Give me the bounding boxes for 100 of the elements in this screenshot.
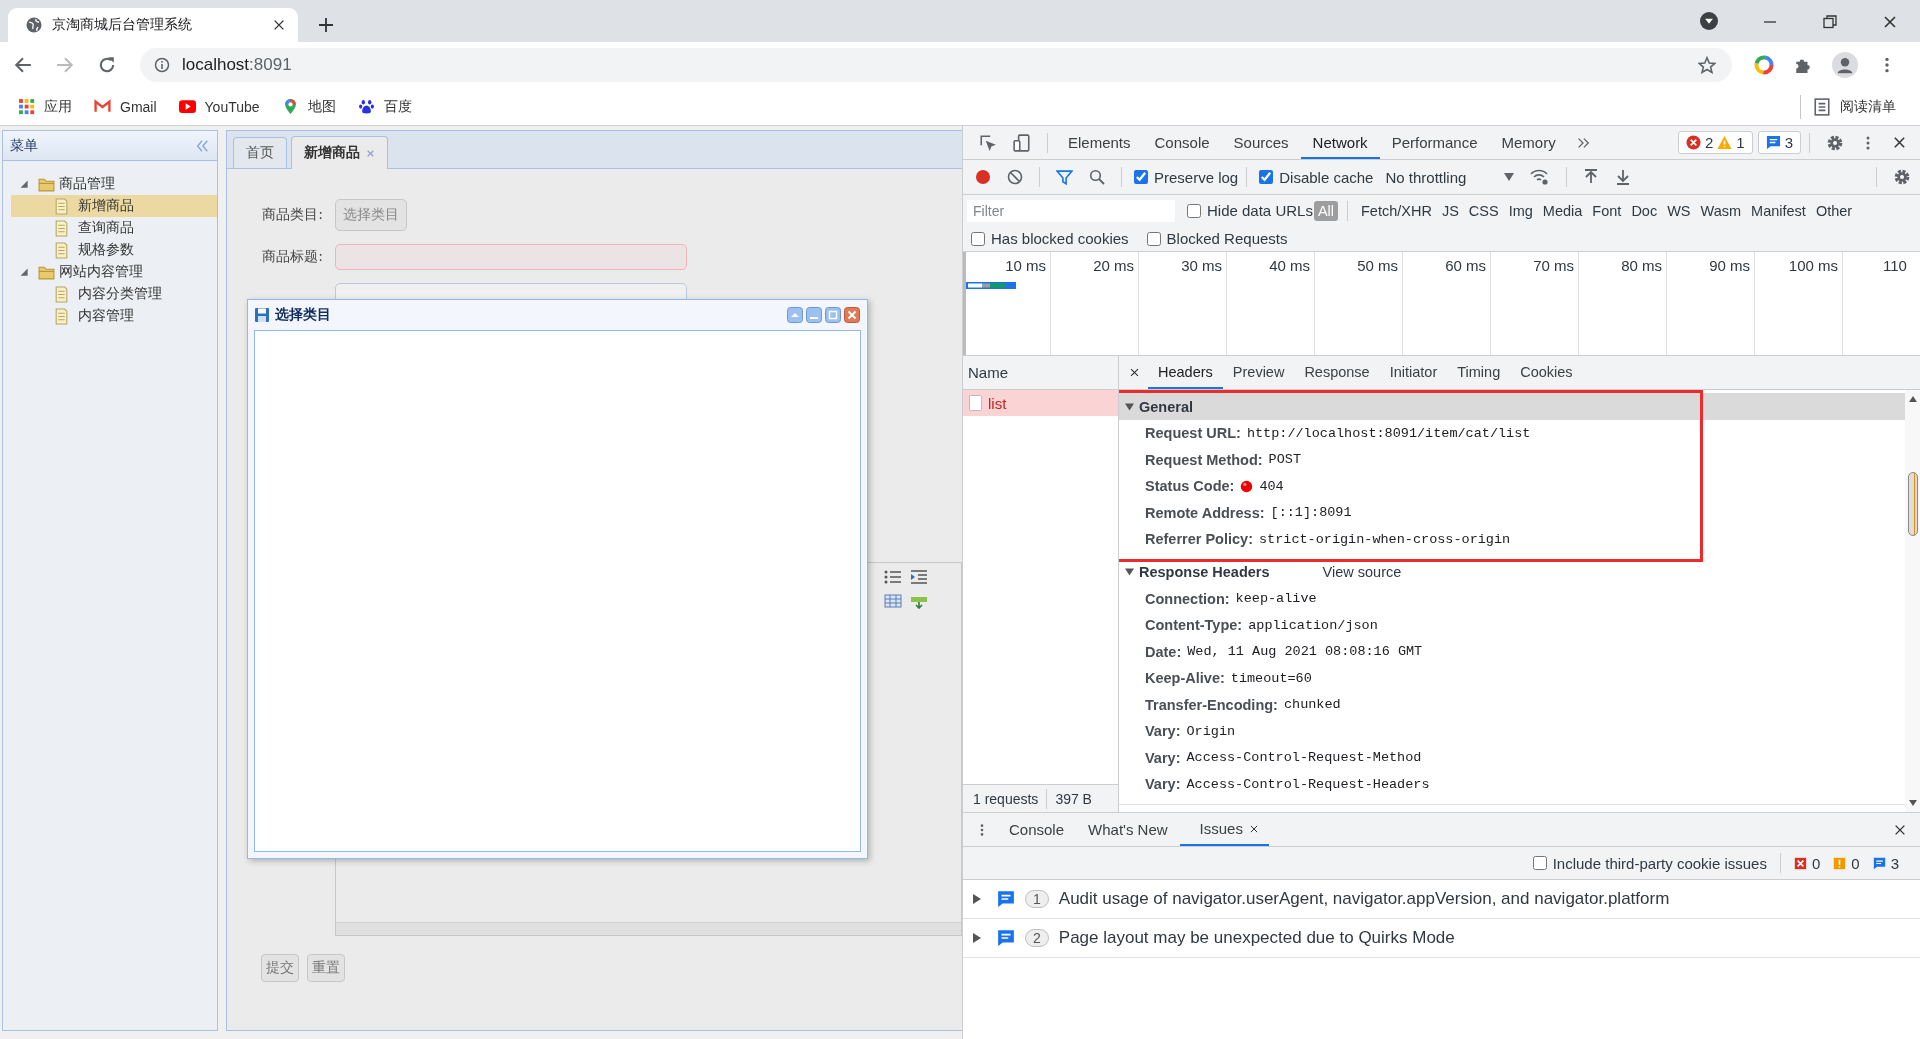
count-text: 0 xyxy=(1811,854,1821,872)
tree-item[interactable]: 内容分类管理 xyxy=(11,283,217,305)
section-header[interactable]: General xyxy=(1119,393,1905,420)
issue-count: 1 xyxy=(1025,890,1049,908)
tick-label: 90 ms xyxy=(1709,257,1750,274)
tree-item[interactable]: 查询商品 xyxy=(11,217,217,239)
header-value: Access-Control-Request-Headers xyxy=(1186,776,1430,792)
tick-label: 70 ms xyxy=(1533,257,1574,274)
tab[interactable]: Headers xyxy=(1148,356,1223,389)
tab[interactable]: Cookies xyxy=(1510,356,1583,389)
type-filter[interactable]: Other xyxy=(1811,200,1857,221)
issue-row[interactable]: 2 Page layout may be unexpected due to Quirks Mode xyxy=(963,919,1920,958)
issue-text: Page layout may be unexpected due to Quirks Mode xyxy=(1058,928,1455,948)
drawer-tab[interactable]: Console xyxy=(997,813,1077,846)
header-value: chunked xyxy=(1283,697,1341,713)
tab[interactable]: Initiator xyxy=(1379,356,1448,389)
panel-tab[interactable]: Performance xyxy=(1379,126,1490,159)
view-source-link[interactable]: View source xyxy=(1322,564,1402,580)
header-name: Referrer Policy: xyxy=(1145,531,1253,548)
header-name: Remote Address: xyxy=(1145,504,1265,521)
checkbox-label: Blocked Requests xyxy=(1166,230,1288,247)
panel-tab[interactable]: Sources xyxy=(1221,126,1301,159)
issue-count: 2 xyxy=(1025,929,1049,947)
tick-label: 10 ms xyxy=(1005,257,1046,274)
panel-tab[interactable]: Memory xyxy=(1489,126,1568,159)
address-bar[interactable]: localhost:8091 xyxy=(140,48,1732,82)
messages-counter[interactable]: 3 xyxy=(1757,131,1801,154)
tab[interactable]: Timing xyxy=(1447,356,1511,389)
section-header[interactable]: Response Headers View source xyxy=(1119,558,1905,586)
tree-item[interactable]: 规格参数 xyxy=(11,239,217,261)
header-name: Status Code: xyxy=(1145,478,1235,495)
drawer-tab[interactable]: What's New xyxy=(1076,813,1180,846)
tab[interactable]: Response xyxy=(1294,356,1380,389)
type-filter[interactable]: Img xyxy=(1504,200,1537,221)
checkbox-label: Hide data URLs xyxy=(1207,202,1313,219)
tab[interactable]: Preview xyxy=(1222,356,1295,389)
header-name: Request Method: xyxy=(1145,451,1263,468)
tab[interactable]: 新增商品 xyxy=(291,136,388,169)
header-value: [::1]:8091 xyxy=(1270,505,1352,521)
header-value: strict-origin-when-cross-origin xyxy=(1259,531,1511,547)
browser-tab[interactable]: 京淘商城后台管理系统 xyxy=(8,8,298,42)
header-value: timeout=60 xyxy=(1230,670,1312,686)
field-label: 商品标题: xyxy=(261,248,323,266)
issue-row[interactable]: 1 Audit usage of navigator.userAgent, navigator.appVersion, and navigator.platform xyxy=(963,880,1920,919)
bookmark[interactable]: Gmail xyxy=(94,98,157,115)
sidebar-title: 菜单 xyxy=(10,136,38,155)
type-filter[interactable]: Fetch/XHR xyxy=(1357,200,1436,221)
bookmark[interactable]: 百度 xyxy=(357,97,412,116)
checkbox-label: Preserve log xyxy=(1154,168,1239,186)
tree-item[interactable]: 新增商品 xyxy=(11,195,217,217)
tick-label: 30 ms xyxy=(1181,257,1222,274)
header-name: Keep-Alive: xyxy=(1145,670,1225,687)
dialog-title: 选择类目 xyxy=(275,306,331,324)
tree-item[interactable]: 内容管理 xyxy=(11,305,217,327)
type-filter[interactable]: Doc xyxy=(1627,200,1662,221)
checkbox-label: Include third-party cookie issues xyxy=(1552,854,1767,872)
tree-item[interactable]: 网站内容管理 xyxy=(11,261,217,283)
header-name: Connection: xyxy=(1145,590,1230,607)
issues-counter[interactable]: 2 1 xyxy=(1677,131,1753,154)
checkbox-label: Disable cache xyxy=(1279,168,1374,186)
count-text: 3 xyxy=(1890,854,1899,872)
header-value: application/json xyxy=(1248,617,1378,633)
throttling-dropdown[interactable]: No throttling xyxy=(1385,168,1515,186)
header-value: keep-alive xyxy=(1235,591,1317,607)
tree-item[interactable]: 商品管理 xyxy=(11,173,217,195)
filter-field[interactable]: Filter xyxy=(967,199,1175,222)
bookmark[interactable]: 应用 xyxy=(18,97,72,116)
type-filter[interactable]: Font xyxy=(1588,200,1626,221)
url-text: localhost:8091 xyxy=(182,55,292,75)
header-name: Date: xyxy=(1145,643,1182,660)
issue-text: Audit usage of navigator.userAgent, navigator.appVersion, and navigator.platform xyxy=(1058,889,1670,909)
tick-label: 60 ms xyxy=(1445,257,1486,274)
request-row[interactable]: list xyxy=(963,390,1118,416)
type-filter[interactable]: Manifest xyxy=(1747,200,1810,221)
panel-tab[interactable]: Console xyxy=(1142,126,1222,159)
header-name: Vary: xyxy=(1145,749,1181,766)
tick-label: 20 ms xyxy=(1093,257,1134,274)
summary-text: 1 requests xyxy=(973,790,1039,807)
checkbox-label: Has blocked cookies xyxy=(991,230,1129,247)
header-value: Wed, 11 Aug 2021 08:08:16 GMT xyxy=(1187,644,1423,660)
header-name: Request URL: xyxy=(1145,425,1241,442)
panel-tab[interactable]: Elements xyxy=(1056,126,1143,159)
type-filter[interactable]: Wasm xyxy=(1696,200,1746,221)
column-header: Name xyxy=(963,356,1118,390)
reading-list-button[interactable]: 阅读清单 xyxy=(1813,97,1896,116)
form-button[interactable]: 提交 xyxy=(261,954,299,982)
type-filter[interactable]: CSS xyxy=(1464,200,1503,221)
tick-label: 50 ms xyxy=(1357,257,1398,274)
tab[interactable]: 首页 xyxy=(233,137,287,168)
type-filter[interactable]: Media xyxy=(1538,200,1587,221)
tick-label: 110 xyxy=(1883,257,1907,274)
header-name: Vary: xyxy=(1145,723,1181,740)
form-button[interactable]: 重置 xyxy=(307,954,345,982)
header-name: Vary: xyxy=(1145,776,1181,793)
type-filter[interactable]: WS xyxy=(1663,200,1695,221)
bookmark[interactable]: 地图 xyxy=(281,97,336,116)
type-filter[interactable]: JS xyxy=(1437,200,1463,221)
bookmark[interactable]: YouTube xyxy=(178,98,260,115)
header-name: Content-Type: xyxy=(1145,617,1243,634)
tick-label: 40 ms xyxy=(1269,257,1310,274)
